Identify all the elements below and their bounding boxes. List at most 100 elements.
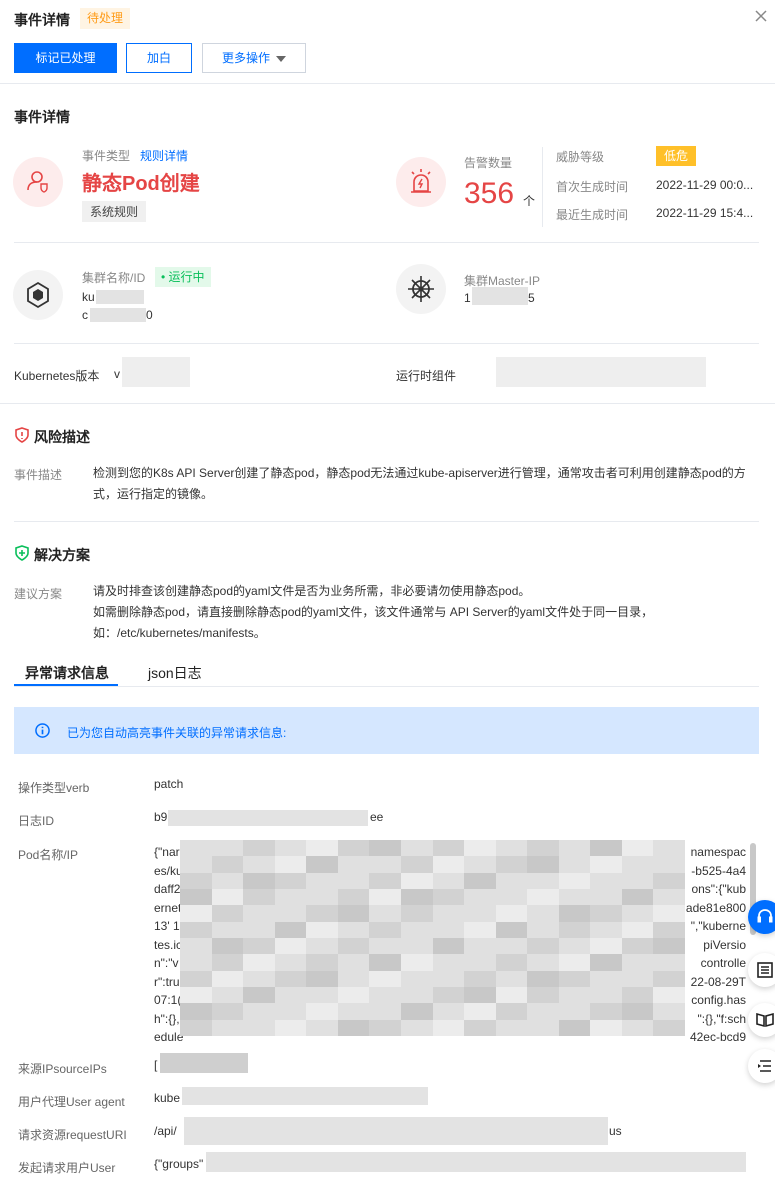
cluster-id-prefix: c	[82, 308, 88, 322]
mosaic-cell	[180, 1003, 212, 1020]
mosaic-cell	[274, 856, 307, 873]
mosaic-cell	[464, 1003, 496, 1020]
mosaic-cell	[306, 938, 338, 955]
mosaic-cell	[621, 872, 654, 889]
risk-desc-label: 事件描述	[14, 468, 63, 482]
mosaic-cell	[211, 1019, 244, 1036]
solution-label: 建议方案	[14, 587, 63, 601]
whitelist-button[interactable]: 加白	[126, 43, 192, 73]
headset-icon[interactable]	[748, 900, 775, 934]
mosaic-cell	[337, 905, 370, 922]
rule-tag: 系统规则	[82, 201, 147, 222]
first-time-label: 首次生成时间	[556, 180, 629, 194]
user-shield-icon	[13, 157, 63, 207]
mosaic-cell	[180, 938, 212, 955]
risk-desc-line: 检测到您的K8s API Server创建了静态pod，静态pod无法通过kub…	[93, 466, 746, 480]
mosaic-cell	[369, 840, 401, 857]
mosaic-cell	[400, 938, 433, 955]
mosaic-cell	[180, 856, 212, 873]
solution-line: 请及时排查该创建静态pod的yaml文件是否为业务所需，非必要请勿使用静态pod…	[93, 584, 531, 598]
mosaic-cell	[306, 921, 338, 938]
mosaic-cell	[527, 970, 559, 987]
mosaic-cell	[400, 1003, 433, 1020]
mosaic-cell	[274, 938, 307, 955]
mosaic-cell	[495, 905, 528, 922]
mosaic-cell	[180, 987, 212, 1004]
mark-handled-button[interactable]: 标记已处理	[14, 43, 117, 73]
event-section-title: 事件详情	[14, 109, 70, 125]
k8s-version-label: Kubernetes版本	[14, 369, 100, 383]
mosaic-cell	[243, 987, 275, 1004]
divider	[14, 242, 759, 243]
mosaic-cell	[337, 954, 370, 971]
mosaic-cell	[211, 921, 244, 938]
log-id-suffix: ee	[370, 810, 384, 824]
mosaic-cell	[243, 840, 275, 857]
mosaic-cell	[558, 987, 591, 1004]
mosaic-cell	[558, 970, 591, 987]
mosaic-cell	[337, 1019, 370, 1036]
solution-shield-icon	[15, 545, 29, 561]
first-time-value: 2022-11-29 00:0...	[656, 178, 754, 192]
masked-text	[496, 357, 706, 387]
master-ip-suffix: 5	[528, 291, 535, 305]
mosaic-cell	[432, 954, 465, 971]
menu-icon[interactable]	[748, 1049, 775, 1083]
pod-line: 22-08-29T	[690, 974, 746, 989]
mosaic-cell	[274, 954, 307, 971]
mosaic-cell	[621, 1003, 654, 1020]
mosaic-cell	[432, 889, 465, 906]
request-uri-suffix: us	[609, 1124, 622, 1138]
book-icon[interactable]	[748, 1003, 775, 1037]
risk-shield-icon	[15, 427, 29, 443]
list-icon[interactable]	[748, 953, 775, 987]
tab-json-log[interactable]: json日志	[148, 663, 202, 683]
solution-line: 如：/etc/kubernetes/manifests。	[93, 626, 266, 640]
mosaic-cell	[590, 1003, 622, 1020]
close-icon[interactable]	[753, 8, 769, 24]
mosaic-cell	[558, 1019, 591, 1036]
masked-pod-content	[180, 840, 685, 1036]
log-id-label: 日志ID	[18, 814, 55, 828]
mosaic-cell	[590, 970, 622, 987]
pod-line: namespac	[690, 845, 746, 859]
mosaic-cell	[369, 970, 401, 987]
mosaic-cell	[621, 889, 654, 906]
risk-title: 风险描述	[34, 429, 90, 445]
more-actions-button[interactable]: 更多操作	[202, 43, 306, 73]
mosaic-cell	[621, 938, 654, 955]
mosaic-cell	[243, 921, 275, 938]
mosaic-cell	[590, 987, 622, 1004]
source-ip-label: 来源IPsourceIPs	[18, 1062, 107, 1076]
info-icon	[35, 723, 50, 738]
vertical-divider	[542, 147, 543, 227]
pod-line: ":{},"f:sch	[697, 1011, 746, 1026]
mosaic-cell	[432, 1003, 465, 1020]
mosaic-cell	[590, 856, 622, 873]
mosaic-cell	[558, 905, 591, 922]
mosaic-cell	[211, 987, 244, 1004]
mosaic-cell	[337, 840, 370, 857]
masked-text	[160, 1053, 248, 1073]
tab-abnormal-request[interactable]: 异常请求信息	[25, 663, 109, 683]
mosaic-cell	[464, 889, 496, 906]
mosaic-cell	[527, 840, 559, 857]
mosaic-cell	[590, 872, 622, 889]
rule-detail-link[interactable]: 规则详情	[140, 147, 188, 164]
mosaic-cell	[495, 954, 528, 971]
mosaic-cell	[211, 905, 244, 922]
mosaic-cell	[306, 905, 338, 922]
mosaic-cell	[243, 938, 275, 955]
mosaic-cell	[369, 1003, 401, 1020]
mosaic-cell	[495, 987, 528, 1004]
mosaic-cell	[243, 970, 275, 987]
mosaic-cell	[558, 954, 591, 971]
hexagon-icon	[13, 270, 63, 320]
mosaic-cell	[464, 840, 496, 857]
helm-wheel-icon	[396, 264, 446, 314]
mosaic-cell	[211, 889, 244, 906]
mosaic-cell	[180, 889, 212, 906]
last-time-label: 最近生成时间	[556, 208, 629, 222]
mosaic-cell	[558, 938, 591, 955]
mosaic-cell	[621, 921, 654, 938]
